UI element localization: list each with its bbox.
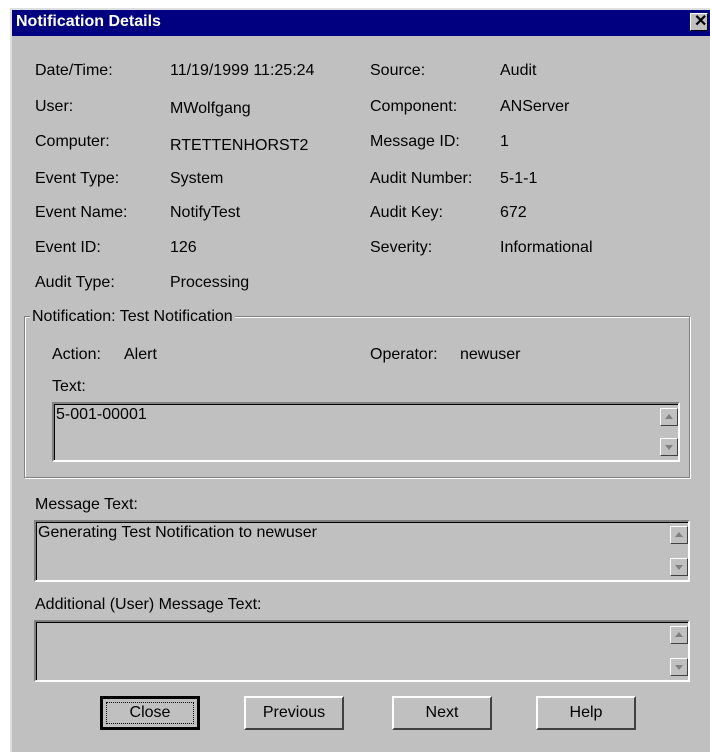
arrow-down-icon <box>675 665 683 670</box>
arrow-up-icon <box>675 532 683 537</box>
event-type-value: System <box>170 170 224 187</box>
operator-value: newuser <box>460 346 521 363</box>
event-name-value: NotifyTest <box>170 204 241 221</box>
component-value: ANServer <box>500 98 570 115</box>
next-button[interactable]: Next <box>392 696 492 730</box>
audit-number-label: Audit Number: <box>370 170 473 187</box>
computer-label: Computer: <box>35 133 110 150</box>
notification-text-value: 5-001-00001 <box>56 406 147 423</box>
scroll-up-button[interactable] <box>660 408 678 426</box>
datetime-label: Date/Time: <box>35 62 113 79</box>
additional-message-scrollbar[interactable] <box>670 622 688 680</box>
message-text-field[interactable]: Generating Test Notification to newuser <box>34 520 690 582</box>
previous-button[interactable]: Previous <box>244 696 344 730</box>
source-label: Source: <box>370 62 426 79</box>
arrow-down-icon <box>675 565 683 570</box>
scroll-up-button[interactable] <box>670 526 688 544</box>
close-window-button[interactable]: ✕ <box>690 13 708 31</box>
user-label: User: <box>35 98 74 115</box>
scroll-down-button[interactable] <box>670 558 688 576</box>
user-value: MWolfgang <box>170 100 251 117</box>
component-label: Component: <box>370 98 458 115</box>
arrow-up-icon <box>665 414 673 419</box>
audit-number-value: 5-1-1 <box>500 170 538 187</box>
scroll-up-button[interactable] <box>670 626 688 644</box>
datetime-value: 11/19/1999 11:25:24 <box>170 62 315 79</box>
help-button-label: Help <box>569 704 603 721</box>
additional-message-label: Additional (User) Message Text: <box>35 596 262 613</box>
action-label: Action: <box>52 346 101 363</box>
close-icon: ✕ <box>694 13 708 30</box>
close-button[interactable]: Close <box>100 696 200 730</box>
window-title: Notification Details <box>16 13 161 30</box>
previous-button-label: Previous <box>262 704 326 721</box>
text-label: Text: <box>52 378 86 395</box>
message-id-label: Message ID: <box>370 133 460 150</box>
message-text-scrollbar[interactable] <box>670 522 688 580</box>
additional-message-field[interactable] <box>34 620 690 682</box>
arrow-up-icon <box>675 632 683 637</box>
action-value: Alert <box>124 346 157 363</box>
message-id-value: 1 <box>500 133 509 150</box>
title-bar[interactable]: Notification Details ✕ <box>12 10 710 36</box>
close-button-label: Close <box>129 704 171 721</box>
severity-label: Severity: <box>370 239 433 256</box>
severity-value: Informational <box>500 239 593 256</box>
message-text-label: Message Text: <box>35 496 138 513</box>
audit-type-value: Processing <box>170 274 250 291</box>
help-button[interactable]: Help <box>536 696 636 730</box>
operator-label: Operator: <box>370 346 438 363</box>
message-text-value: Generating Test Notification to newuser <box>38 524 317 541</box>
event-type-label: Event Type: <box>35 170 120 187</box>
audit-type-label: Audit Type: <box>35 274 115 291</box>
audit-key-value: 672 <box>500 204 527 221</box>
scroll-down-button[interactable] <box>670 658 688 676</box>
audit-key-label: Audit Key: <box>370 204 443 221</box>
computer-value: RTETTENHORST2 <box>170 137 309 154</box>
event-name-label: Event Name: <box>35 204 128 221</box>
notification-text-field[interactable]: 5-001-00001 <box>52 402 680 462</box>
event-id-value: 126 <box>170 239 197 256</box>
source-value: Audit <box>500 62 537 79</box>
event-id-label: Event ID: <box>35 239 101 256</box>
arrow-down-icon <box>665 445 673 450</box>
next-button-label: Next <box>425 704 459 721</box>
notification-group-title: Notification: Test Notification <box>30 308 235 326</box>
scroll-down-button[interactable] <box>660 438 678 456</box>
notification-text-scrollbar[interactable] <box>660 404 678 460</box>
